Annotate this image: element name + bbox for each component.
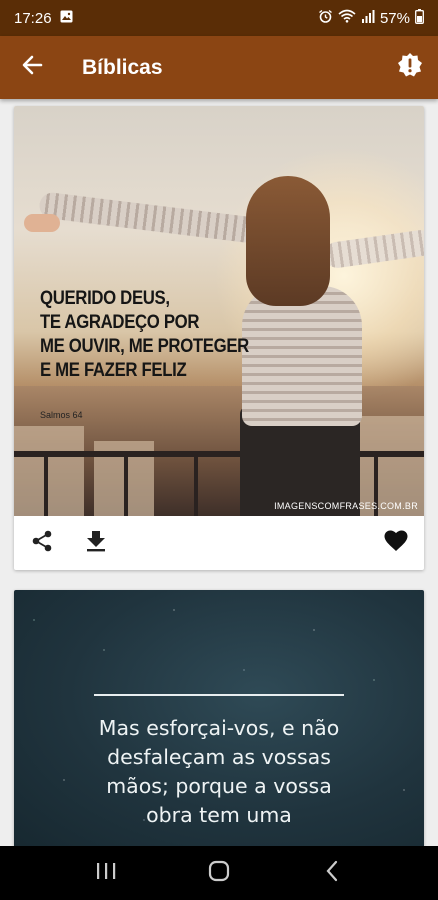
status-right: 57% [318, 8, 424, 28]
railing-post [44, 451, 48, 516]
post-image[interactable]: Mas esforçai-vos, e não desfaleçam as vo… [14, 590, 424, 846]
status-left: 17:26 [14, 10, 73, 27]
woman-body [242, 286, 362, 426]
status-bar: 17:26 57% [0, 0, 438, 36]
woman-hair [246, 176, 330, 306]
divider-line [94, 694, 344, 696]
page-title: Bíblicas [82, 55, 163, 79]
alarm-icon [318, 9, 333, 28]
quote-text: Mas esforçai-vos, e não desfaleçam as vo… [14, 714, 424, 830]
gallery-icon [60, 10, 73, 27]
woman-arm [38, 191, 260, 244]
quote-text: QUERIDO DEUS, TE AGRADEÇO POR ME OUVIR, … [40, 286, 249, 382]
nav-back-button[interactable] [312, 853, 352, 893]
home-icon [208, 860, 230, 887]
arrow-left-icon [21, 54, 43, 81]
heart-icon [384, 530, 408, 557]
back-icon [325, 860, 339, 887]
recent-apps-button[interactable] [86, 853, 126, 893]
quote-line: TE AGRADEÇO POR [40, 311, 200, 333]
woman-hand [24, 214, 60, 232]
post-card: Mas esforçai-vos, e não desfaleçam as vo… [14, 590, 424, 846]
quote-source: Salmos 64 [40, 410, 83, 420]
railing-post [194, 451, 198, 516]
quote-line: desfaleçam as vossas [107, 745, 331, 769]
railing-post [124, 451, 128, 516]
quote-line: E ME FAZER FELIZ [40, 359, 187, 381]
battery-text: 57% [379, 9, 410, 27]
quote-line: Mas esforçai-vos, e não [98, 716, 340, 740]
alert-button[interactable] [382, 36, 438, 99]
post-card: QUERIDO DEUS, TE AGRADEÇO POR ME OUVIR, … [14, 106, 424, 570]
app-bar: Bíblicas [0, 36, 438, 99]
battery-icon [415, 8, 424, 28]
wifi-icon [338, 9, 356, 27]
share-button[interactable] [26, 527, 58, 559]
quote-line: mãos; porque a vossa [106, 774, 332, 798]
watermark: IMAGENSCOMFRASES.COM.BR [274, 501, 418, 511]
post-feed[interactable]: QUERIDO DEUS, TE AGRADEÇO POR ME OUVIR, … [0, 99, 438, 846]
alert-badge-icon [397, 52, 423, 83]
download-icon [86, 530, 106, 557]
post-image[interactable]: QUERIDO DEUS, TE AGRADEÇO POR ME OUVIR, … [14, 106, 424, 516]
home-button[interactable] [199, 853, 239, 893]
signal-icon [361, 9, 375, 27]
share-icon [31, 530, 53, 557]
balcony-railing [14, 451, 424, 457]
back-button[interactable] [0, 36, 64, 99]
favorite-button[interactable] [380, 527, 412, 559]
building [14, 426, 84, 516]
recent-apps-icon [96, 862, 116, 885]
quote-line: obra tem uma [146, 803, 292, 827]
status-time: 17:26 [14, 9, 52, 27]
quote-line: ME OUVIR, ME PROTEGER [40, 335, 249, 357]
quote-line: QUERIDO DEUS, [40, 287, 170, 309]
post-actions [14, 516, 424, 570]
download-button[interactable] [80, 527, 112, 559]
system-nav-bar [0, 846, 438, 900]
